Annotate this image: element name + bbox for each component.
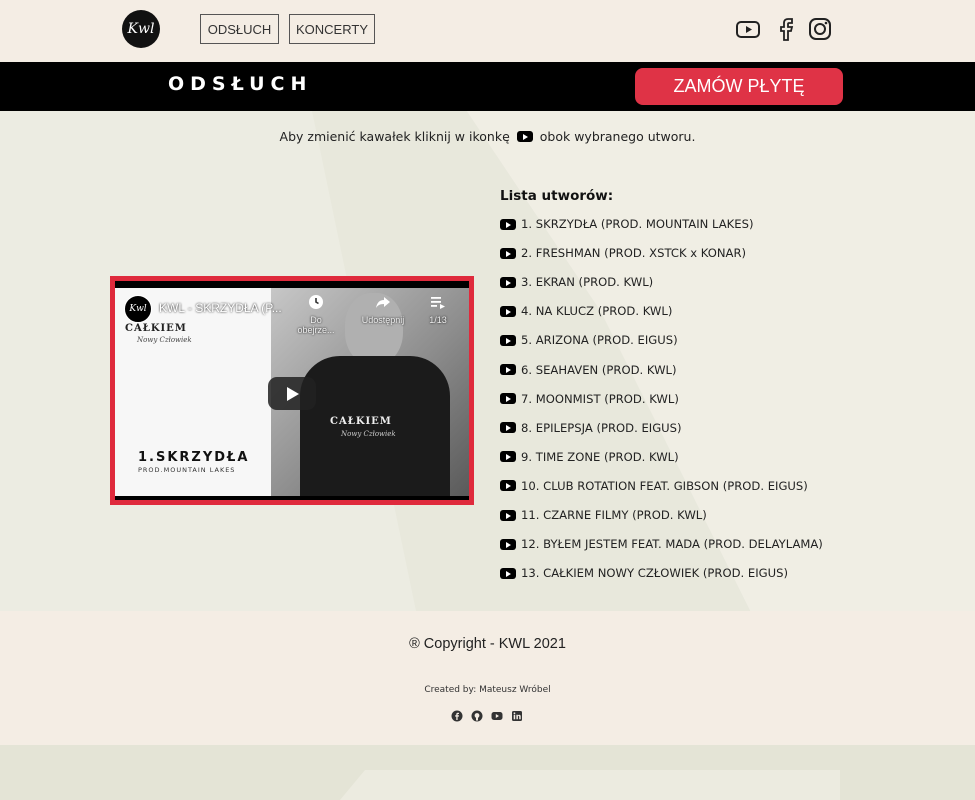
thumbnail-track-producer: PROD.MOUNTAIN LAKES [138,466,236,474]
top-navbar: Kwl ODSŁUCH KONCERTY [0,0,975,62]
background-shape [340,770,840,800]
track-label: 1. SKRZYDŁA (PROD. MOUNTAIN LAKES) [521,217,754,231]
instruction-before: Aby zmienić kawałek kliknij w ikonkę [279,129,510,144]
track-label: 6. SEAHAVEN (PROD. KWL) [521,362,677,377]
track-label: 7. MOONMIST (PROD. KWL) [521,391,679,406]
youtube-play-icon[interactable] [500,218,516,230]
instruction-after: obok wybranego utworu. [539,129,696,144]
youtube-play-icon[interactable] [500,480,516,492]
channel-avatar[interactable]: Kwl [124,295,152,323]
track-item[interactable]: 13. CAŁKIEM NOWY CZŁOWIEK (PROD. EIGUS) [500,564,788,582]
tracklist-title: Lista utworów: [500,188,614,204]
share-button[interactable]: Udostępnij [358,294,408,325]
track-label: 4. NA KLUCZ (PROD. KWL) [521,304,673,319]
github-icon[interactable] [471,709,483,722]
copyright-text: ® Copyright - KWL 2021 [409,636,566,652]
footer-social-icons [451,709,523,722]
watch-later-button[interactable]: Do obejrze... [291,294,341,335]
instagram-icon[interactable] [807,16,833,42]
youtube-play-icon[interactable] [500,364,516,375]
track-label: 2. FRESHMAN (PROD. XSTCK x KONAR) [521,246,747,261]
shirt-text: CAŁKIEM [330,416,392,427]
play-button[interactable] [268,377,316,410]
track-label: 9. TIME ZONE (PROD. KWL) [521,449,679,464]
youtube-play-icon[interactable] [500,567,516,579]
youtube-play-icon[interactable] [500,247,516,259]
track-item[interactable]: 5. ARIZONA (PROD. EIGUS) [500,331,678,349]
section-title: ODSŁUCH [168,73,313,95]
shirt-subtext: Nowy Człowiek [341,430,396,438]
linkedin-icon[interactable] [511,709,523,721]
playlist-button[interactable]: 1/13 [423,294,453,325]
youtube-play-icon[interactable] [500,305,516,317]
album-subtitle: Nowy Człowiek [137,336,192,344]
youtube-icon[interactable] [735,16,761,42]
track-label: 5. ARIZONA (PROD. EIGUS) [521,333,678,348]
video-title[interactable]: KWL - SKRZYDŁA (P... [159,301,282,315]
track-label: 11. CZARNE FILMY (PROD. KWL) [521,508,707,522]
playlist-icon [430,294,446,310]
nav-button-odsluch[interactable]: ODSŁUCH [200,14,279,44]
youtube-play-icon[interactable] [500,393,516,405]
youtube-icon [516,131,533,142]
track-item[interactable]: 10. CLUB ROTATION FEAT. GIBSON (PROD. EI… [500,477,808,495]
nav-button-koncerty[interactable]: KONCERTY [289,14,375,44]
youtube-play-icon[interactable] [500,538,516,550]
order-album-button[interactable]: ZAMÓW PŁYTĘ [635,68,843,105]
track-item[interactable]: 1. SKRZYDŁA (PROD. MOUNTAIN LAKES) [500,215,754,233]
track-item[interactable]: 8. EPILEPSJA (PROD. EIGUS) [500,419,682,437]
youtube-play-icon[interactable] [500,276,516,288]
track-label: 3. EKRAN (PROD. KWL) [521,275,654,290]
track-item[interactable]: 9. TIME ZONE (PROD. KWL) [500,448,679,466]
track-label: 12. BYŁEM JESTEM FEAT. MADA (PROD. DELAY… [521,537,823,552]
track-item[interactable]: 11. CZARNE FILMY (PROD. KWL) [500,506,707,524]
album-title: CAŁKIEM [125,323,187,334]
track-label: 10. CLUB ROTATION FEAT. GIBSON (PROD. EI… [521,478,808,493]
track-label: 13. CAŁKIEM NOWY CZŁOWIEK (PROD. EIGUS) [521,566,788,581]
creator-credit: Created by: Mateusz Wróbel [424,685,551,695]
instruction-text: Aby zmienić kawałek kliknij w ikonkę obo… [0,129,975,144]
youtube-icon[interactable] [491,709,503,721]
share-icon [375,294,391,310]
facebook-icon[interactable] [451,709,463,722]
thumbnail-track-title: 1.SKRZYDŁA [138,450,250,465]
track-item[interactable]: 7. MOONMIST (PROD. KWL) [500,390,679,408]
track-label: 8. EPILEPSJA (PROD. EIGUS) [521,420,682,435]
video-player[interactable]: CAŁKIEM Nowy Człowiek CAŁKIEM Nowy Człow… [110,276,474,505]
youtube-play-icon[interactable] [500,509,516,521]
youtube-play-icon[interactable] [500,334,516,346]
youtube-play-icon[interactable] [500,451,516,463]
clock-icon [308,294,324,310]
facebook-icon[interactable] [773,16,799,42]
track-item[interactable]: 12. BYŁEM JESTEM FEAT. MADA (PROD. DELAY… [500,535,823,553]
track-item[interactable]: 2. FRESHMAN (PROD. XSTCK x KONAR) [500,244,746,262]
footer: ® Copyright - KWL 2021 Created by: Mateu… [0,611,975,745]
logo[interactable]: Kwl [122,10,160,48]
track-item[interactable]: 3. EKRAN (PROD. KWL) [500,273,653,291]
track-item[interactable]: 4. NA KLUCZ (PROD. KWL) [500,302,672,320]
video-thumbnail[interactable]: CAŁKIEM Nowy Człowiek CAŁKIEM Nowy Człow… [115,288,469,496]
section-header-band: ODSŁUCH ZAMÓW PŁYTĘ [0,62,975,111]
track-item[interactable]: 6. SEAHAVEN (PROD. KWL) [500,361,677,379]
youtube-play-icon[interactable] [500,422,516,434]
